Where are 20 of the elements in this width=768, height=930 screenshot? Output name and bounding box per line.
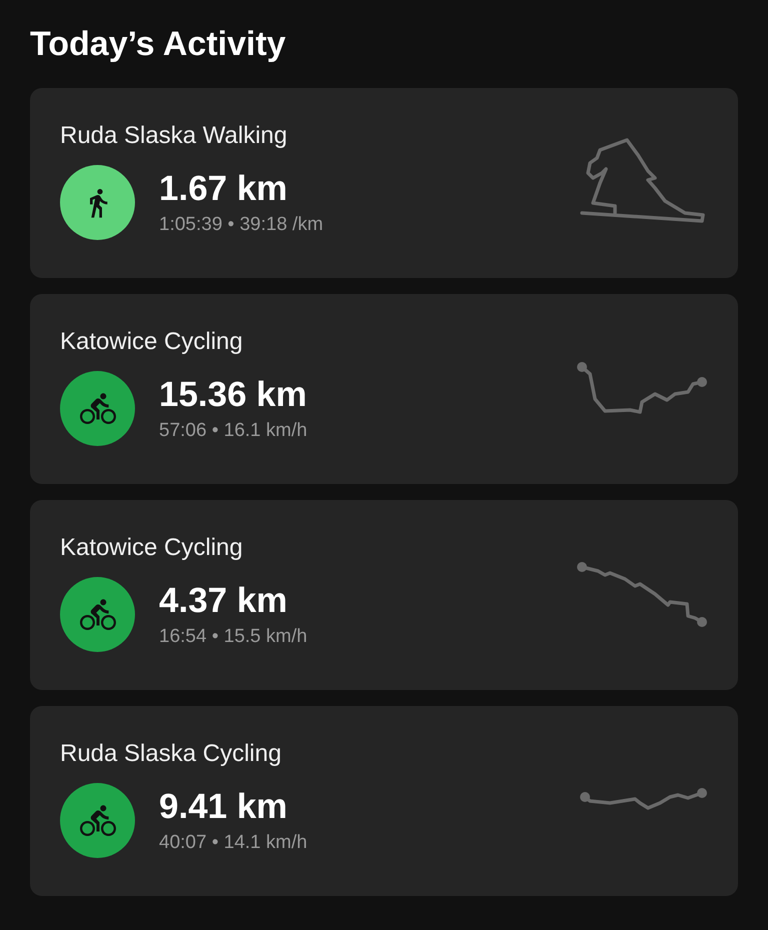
activity-details: 1:05:39 • 39:18 /km bbox=[159, 212, 324, 236]
distance-text: 4.37 km bbox=[159, 580, 288, 622]
activity-card[interactable]: Katowice Cycling 15.36 km 57:06 • 16.1 km/h bbox=[30, 294, 738, 484]
page-title: Today’s Activity bbox=[30, 24, 287, 65]
distance-text: 9.41 km bbox=[159, 786, 288, 828]
activity-card[interactable]: Ruda Slaska Cycling 9.41 km 40:07 • 14.1 km/h bbox=[30, 706, 738, 896]
cyclist-icon bbox=[80, 390, 116, 426]
cyclist-icon bbox=[80, 596, 116, 632]
activity-details: 57:06 • 16.1 km/h bbox=[159, 418, 308, 442]
activity-name: Katowice Cycling bbox=[60, 533, 243, 563]
distance-text: 15.36 km bbox=[159, 374, 307, 416]
distance-text: 1.67 km bbox=[159, 168, 288, 210]
activity-details: 16:54 • 15.5 km/h bbox=[159, 624, 308, 648]
cyclist-icon bbox=[80, 802, 116, 838]
activity-name: Ruda Slaska Walking bbox=[60, 121, 288, 151]
activity-name: Katowice Cycling bbox=[60, 327, 243, 357]
activity-card[interactable]: Katowice Cycling 4.37 km 16:54 • 15.5 km/h bbox=[30, 500, 738, 690]
activity-name: Ruda Slaska Cycling bbox=[60, 739, 282, 769]
activity-card[interactable]: Ruda Slaska Walking 1.67 km 1:05:39 • 39:18 /km bbox=[30, 88, 738, 278]
activity-details: 40:07 • 14.1 km/h bbox=[159, 830, 308, 854]
